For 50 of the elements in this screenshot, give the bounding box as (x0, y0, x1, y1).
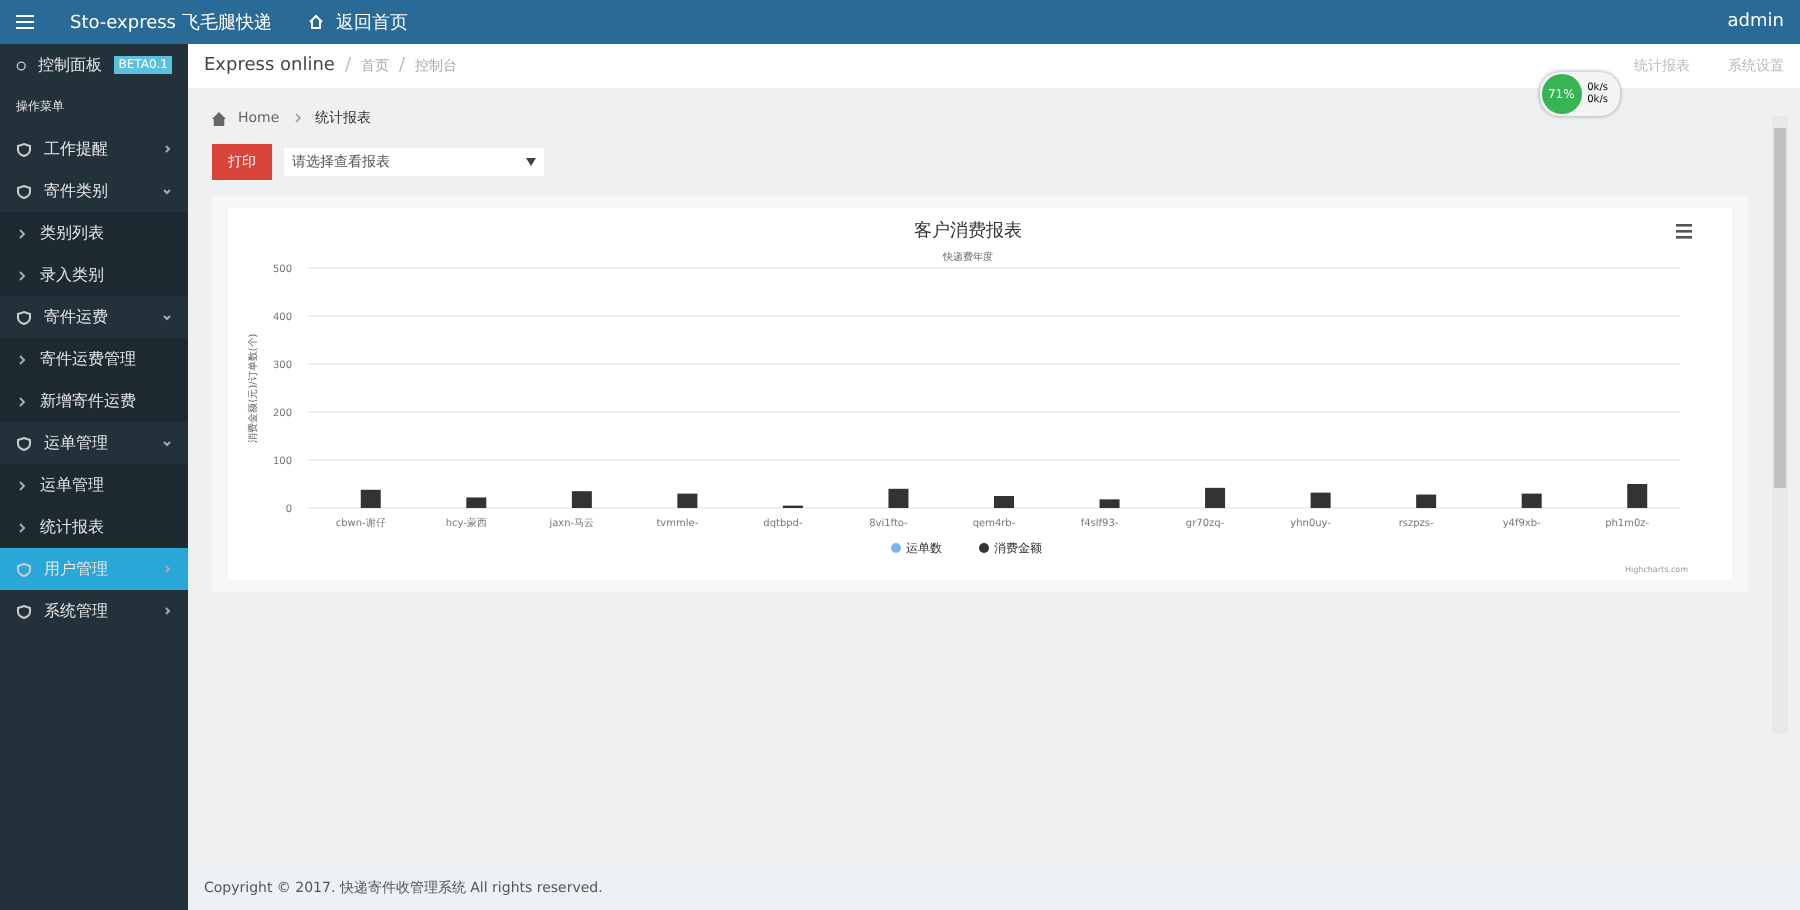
home-icon (212, 111, 226, 125)
caret-icon (162, 564, 172, 574)
dashboard-icon (16, 57, 27, 73)
bar (994, 496, 1014, 508)
menu-icon[interactable] (16, 14, 34, 30)
chart-title: 客户消费报表 (914, 222, 1022, 242)
shield-icon (16, 309, 32, 325)
separator: / (344, 56, 352, 76)
user-name[interactable]: admin (1727, 12, 1784, 32)
chevron-icon (16, 521, 28, 533)
breadcrumb-link[interactable]: Express online (204, 56, 335, 76)
caret-icon (526, 158, 536, 166)
home-link[interactable]: 返回首页 (335, 9, 408, 35)
submenu-item[interactable]: 运单管理 (0, 464, 188, 506)
bar (571, 491, 592, 508)
bar (1310, 492, 1331, 508)
bar (1521, 493, 1542, 508)
caret-icon (162, 606, 172, 616)
caret-icon (162, 144, 172, 154)
shield-icon (16, 561, 32, 577)
chevron-icon (291, 112, 304, 124)
menu-icon[interactable] (1676, 224, 1692, 239)
submenu-item[interactable]: 统计报表 (0, 506, 188, 548)
submenu-item[interactable]: 类别列表 (0, 212, 188, 254)
bar (1416, 494, 1437, 508)
caret-icon (162, 312, 172, 322)
bar (1099, 499, 1120, 508)
shield-icon (16, 435, 32, 451)
chevron-icon (16, 227, 28, 239)
caret-icon (162, 438, 172, 448)
chevron-icon (16, 269, 28, 281)
shield-icon (16, 183, 32, 199)
submenu-item[interactable]: 新增寄件运费 (0, 380, 188, 422)
bar (466, 497, 487, 508)
shield-icon (16, 603, 32, 619)
bar (1627, 484, 1648, 508)
bar (360, 489, 381, 508)
bar (677, 493, 698, 508)
app-title: Sto-express 飞毛腿快递 (70, 11, 272, 35)
home-icon (307, 14, 324, 30)
chevron-icon (16, 395, 28, 407)
caret-icon (162, 186, 172, 196)
separator: / (399, 56, 406, 76)
bar (1205, 487, 1226, 508)
submenu-item[interactable]: 录入类别 (0, 254, 188, 296)
shield-icon (16, 141, 32, 157)
chevron-icon (16, 353, 28, 365)
submenu-item[interactable]: 寄件运费管理 (0, 338, 188, 380)
chevron-icon (16, 479, 28, 491)
bar (888, 488, 909, 508)
